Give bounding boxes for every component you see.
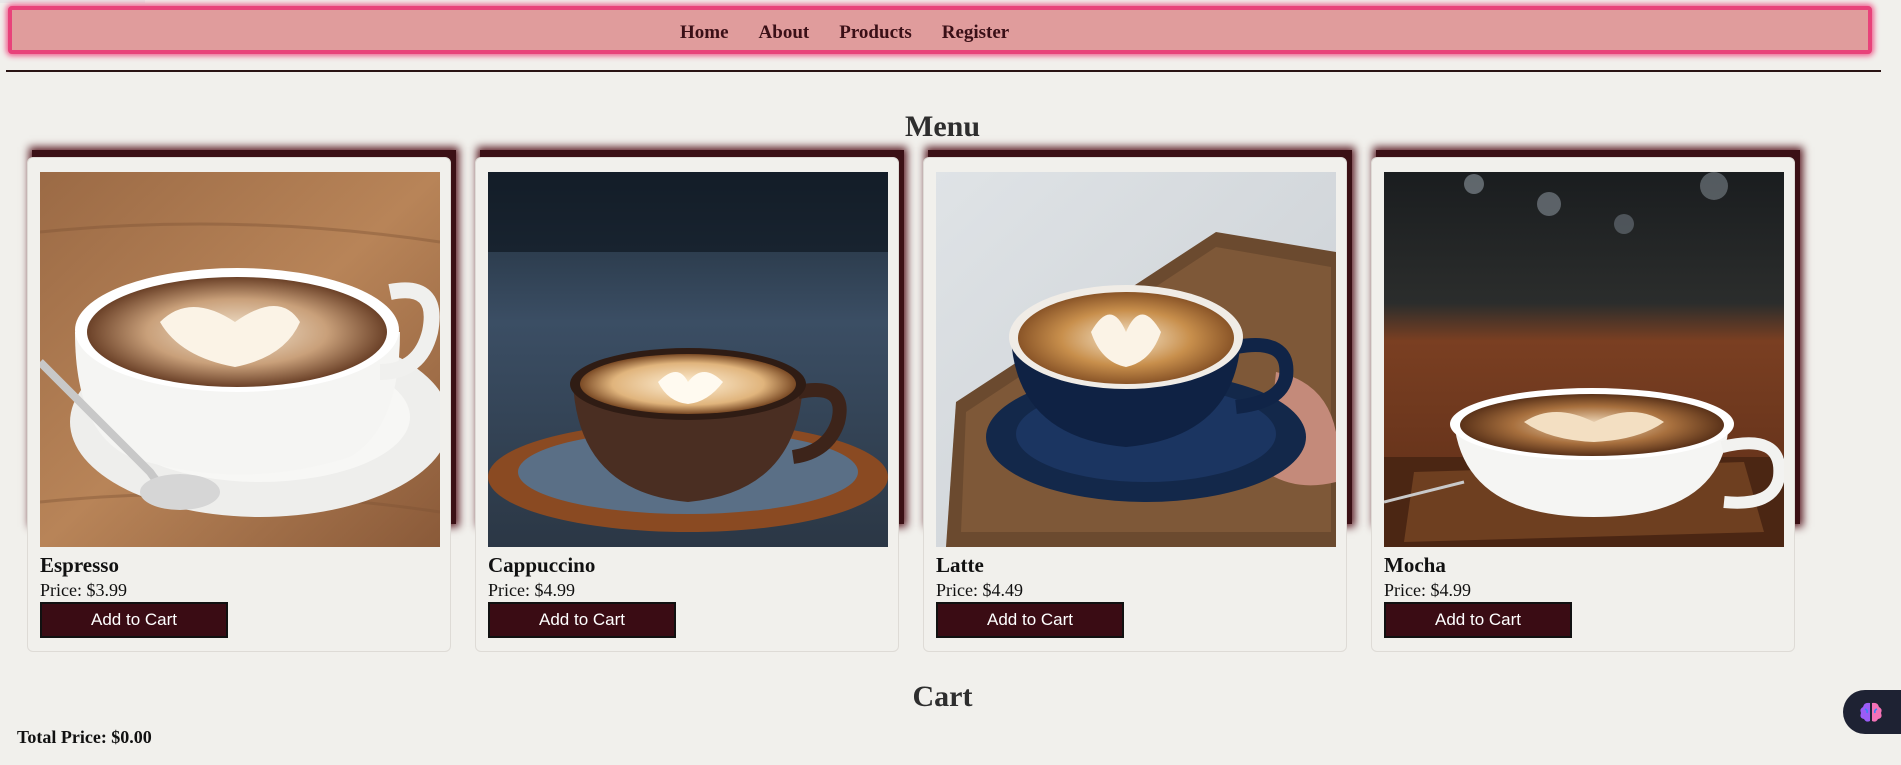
cart-title: Cart [912,680,973,713]
assistant-floating-button[interactable] [1843,690,1901,734]
latte-cup-image [936,172,1336,547]
page: Home About Products Register Menu Espres… [0,0,1901,765]
product-price: Price: $4.49 [936,580,1023,600]
product-card-cappuccino: Cappuccino Price: $4.99 Add to Cart [475,157,899,652]
product-name: Latte [936,553,984,577]
mocha-cup-image [1384,172,1784,547]
nav-link-products[interactable]: Products [839,22,911,44]
navbar: Home About Products Register [8,6,1872,54]
product-name: Cappuccino [488,553,596,577]
espresso-cup-image [40,172,440,547]
product-card-latte: Latte Price: $4.49 Add to Cart [923,157,1347,652]
nav-link-register[interactable]: Register [942,22,1010,44]
top-accent-line [0,0,145,3]
product-price: Price: $4.99 [1384,580,1471,600]
product-name: Mocha [1384,553,1446,577]
add-to-cart-button[interactable]: Add to Cart [488,602,676,638]
nav-link-about[interactable]: About [759,22,810,44]
nav-links: Home About Products Register [680,22,1009,44]
product-price: Price: $4.99 [488,580,575,600]
add-to-cart-button[interactable]: Add to Cart [1384,602,1572,638]
product-name: Espresso [40,553,119,577]
add-to-cart-button[interactable]: Add to Cart [936,602,1124,638]
cart-total-price: Total Price: $0.00 [17,727,152,747]
product-card-mocha: Mocha Price: $4.99 Add to Cart [1371,157,1795,652]
brain-icon [1859,701,1883,728]
product-price: Price: $3.99 [40,580,127,600]
menu-title: Menu [905,110,980,143]
nav-link-home[interactable]: Home [680,22,729,44]
cappuccino-cup-image [488,172,888,547]
product-card-espresso: Espresso Price: $3.99 Add to Cart [27,157,451,652]
header-divider [6,70,1881,72]
add-to-cart-button[interactable]: Add to Cart [40,602,228,638]
